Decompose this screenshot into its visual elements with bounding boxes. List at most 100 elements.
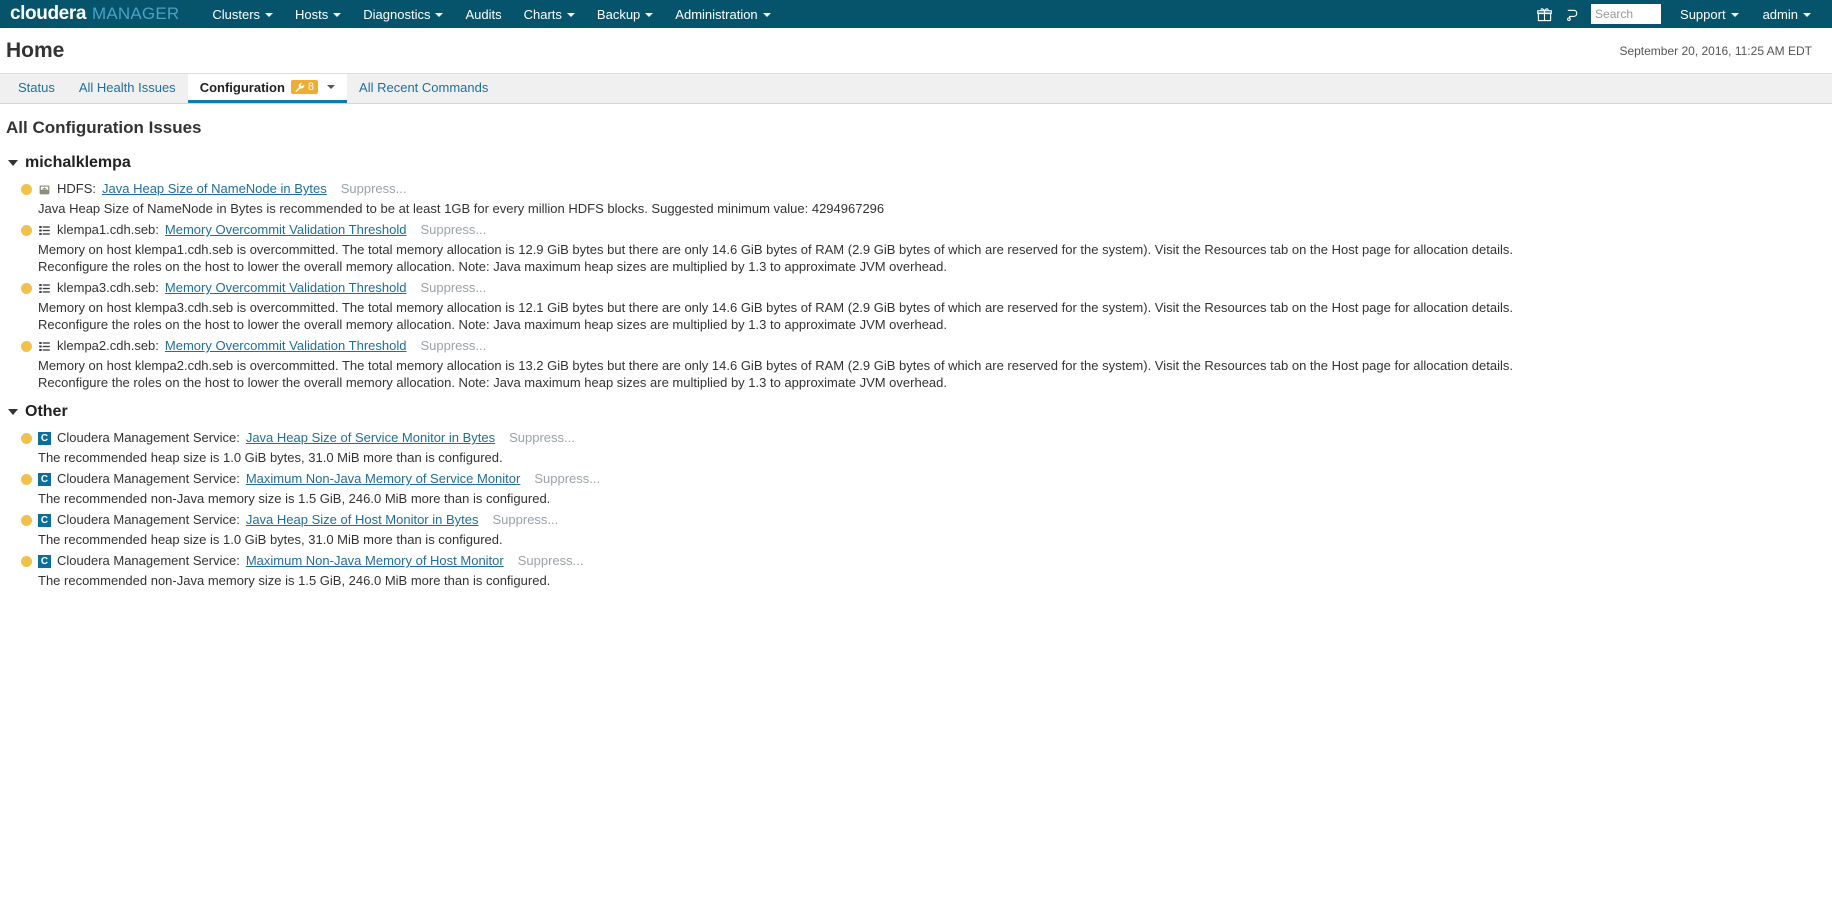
- tab-status[interactable]: Status: [6, 74, 67, 103]
- issue-scope-label: Cloudera Management Service:: [57, 553, 240, 568]
- brand-cloudera-text: cloudera: [10, 3, 86, 24]
- configuration-issue: C Cloudera Management Service: Java Heap S…: [6, 509, 1826, 548]
- tab-bar: Status All Health Issues Configuration 8 All…: [0, 74, 1832, 104]
- configuration-issue: C Cloudera Management Service: Maximum Non…: [6, 468, 1826, 507]
- admin-label: admin: [1762, 6, 1798, 22]
- issue-group-title: michalklempa: [25, 154, 131, 171]
- nav-item-diagnostics[interactable]: Diagnostics: [352, 3, 454, 26]
- issue-config-link[interactable]: Memory Overcommit Validation Threshold: [165, 337, 407, 355]
- nav-item-label: Audits: [465, 6, 502, 22]
- issue-description: Memory on host klempa3.cdh.seb is overco…: [38, 300, 1513, 332]
- suppress-link[interactable]: Suppress...: [493, 511, 559, 529]
- nav-item-label: Backup: [596, 6, 641, 22]
- support-menu[interactable]: Support: [1669, 3, 1750, 26]
- nav-item-label: Hosts: [295, 6, 329, 22]
- chevron-down-icon: [1803, 13, 1811, 17]
- issue-headline: C Cloudera Management Service: Maximum Non…: [6, 550, 1826, 572]
- issue-headline: klempa2.cdh.seb: Memory Overcommit Valida…: [6, 335, 1826, 357]
- nav-item-label: Diagnostics: [363, 6, 431, 22]
- configuration-issue: klempa2.cdh.seb: Memory Overcommit Valida…: [6, 335, 1826, 391]
- page-timestamp: September 20, 2016, 11:25 AM EDT: [1619, 43, 1812, 58]
- issue-headline: C Cloudera Management Service: Java Heap S…: [6, 509, 1826, 531]
- issue-config-link[interactable]: Java Heap Size of NameNode in Bytes: [102, 180, 327, 198]
- nav-item-charts[interactable]: Charts: [513, 3, 586, 26]
- suppress-link[interactable]: Suppress...: [518, 552, 584, 570]
- section-heading: All Configuration Issues: [6, 118, 202, 137]
- issue-group: Other C Cloudera Management Service: Java H…: [6, 403, 1826, 589]
- warning-severity-icon: [21, 514, 32, 526]
- issue-headline: HDFS: Java Heap Size of NameNode in Bytes…: [6, 178, 1826, 200]
- tab-label: All Health Issues: [78, 79, 176, 95]
- nav-item-label: Charts: [523, 6, 562, 22]
- nav-item-administration[interactable]: Administration: [664, 3, 781, 26]
- nav-item-hosts[interactable]: Hosts: [284, 3, 352, 26]
- nav-item-label: Clusters: [212, 6, 261, 22]
- suppress-link[interactable]: Suppress...: [420, 279, 486, 297]
- top-navigation-bar: cloudera MANAGER Clusters Hosts Diagnostic…: [0, 0, 1832, 28]
- notification-icon[interactable]: [1559, 3, 1585, 25]
- issue-group-header[interactable]: Other: [6, 403, 1826, 421]
- warning-severity-icon: [21, 340, 32, 352]
- warning-severity-icon: [21, 432, 32, 444]
- cloudera-manager-logo[interactable]: cloudera MANAGER: [6, 3, 179, 25]
- configuration-issue: C Cloudera Management Service: Maximum Non…: [6, 550, 1826, 589]
- issue-config-link[interactable]: Java Heap Size of Service Monitor in Byt…: [246, 429, 495, 447]
- chevron-down-icon[interactable]: [327, 85, 336, 89]
- issue-scope-label: Cloudera Management Service:: [57, 512, 240, 527]
- issue-headline: C Cloudera Management Service: Java Heap S…: [6, 427, 1826, 449]
- issue-config-link[interactable]: Memory Overcommit Validation Threshold: [165, 279, 407, 297]
- brand-manager-text: MANAGER: [92, 4, 180, 23]
- issue-scope-label: HDFS:: [57, 181, 96, 196]
- tab-label: All Recent Commands: [359, 79, 489, 95]
- issue-config-link[interactable]: Maximum Non-Java Memory of Service Monit…: [246, 470, 521, 488]
- cloudera-management-service-icon: C: [38, 513, 51, 527]
- issue-scope-label: Cloudera Management Service:: [57, 430, 240, 445]
- nav-item-audits[interactable]: Audits: [454, 3, 512, 26]
- tab-all-recent-commands[interactable]: All Recent Commands: [347, 74, 500, 103]
- issue-config-link[interactable]: Maximum Non-Java Memory of Host Monitor: [246, 552, 504, 570]
- suppress-link[interactable]: Suppress...: [420, 337, 486, 355]
- configuration-issue: C Cloudera Management Service: Java Heap S…: [6, 427, 1826, 466]
- chevron-down-icon: [1730, 13, 1739, 17]
- suppress-link[interactable]: Suppress...: [341, 180, 407, 198]
- issue-description: Memory on host klempa2.cdh.seb is overco…: [38, 358, 1513, 390]
- issue-description: The recommended non-Java memory size is …: [38, 573, 551, 588]
- suppress-link[interactable]: Suppress...: [509, 429, 575, 447]
- chevron-down-icon: [435, 13, 444, 17]
- warning-severity-icon: [21, 473, 32, 485]
- issue-description: Java Heap Size of NameNode in Bytes is r…: [38, 201, 885, 216]
- issue-group-header[interactable]: michalklempa: [6, 154, 1826, 172]
- configuration-issue: klempa1.cdh.seb: Memory Overcommit Valida…: [6, 219, 1826, 275]
- configuration-issue-count: 8: [307, 81, 315, 93]
- nav-item-clusters[interactable]: Clusters: [201, 3, 284, 26]
- tab-all-health-issues[interactable]: All Health Issues: [67, 74, 188, 103]
- tab-label: Status: [18, 79, 55, 95]
- chevron-down-icon: [333, 13, 342, 17]
- suppress-link[interactable]: Suppress...: [534, 470, 600, 488]
- configuration-issue: HDFS: Java Heap Size of NameNode in Bytes…: [6, 178, 1826, 217]
- issue-config-link[interactable]: Memory Overcommit Validation Threshold: [165, 221, 407, 239]
- configuration-issue-badge: 8: [290, 80, 319, 94]
- host-icon: [38, 224, 51, 237]
- issue-group: michalklempa HDFS: Java Heap Size of NameN…: [6, 154, 1826, 391]
- cloudera-management-service-icon: C: [38, 554, 51, 568]
- admin-menu[interactable]: admin: [1752, 3, 1822, 26]
- cloudera-management-service-icon: C: [38, 431, 51, 445]
- issue-scope-label: klempa3.cdh.seb:: [57, 280, 159, 295]
- chevron-down-icon: [8, 160, 18, 166]
- nav-item-label: Administration: [675, 6, 758, 22]
- tab-configuration[interactable]: Configuration 8: [187, 74, 348, 103]
- wrench-icon: [295, 82, 305, 92]
- gift-icon[interactable]: [1531, 3, 1557, 25]
- chevron-down-icon: [8, 409, 18, 415]
- issue-headline: C Cloudera Management Service: Maximum Non…: [6, 468, 1826, 490]
- chevron-down-icon: [762, 13, 771, 17]
- issue-description: The recommended heap size is 1.0 GiB byt…: [38, 450, 503, 465]
- nav-item-backup[interactable]: Backup: [586, 3, 664, 26]
- tab-label: Configuration: [199, 79, 285, 95]
- support-label: Support: [1680, 6, 1726, 22]
- suppress-link[interactable]: Suppress...: [420, 221, 486, 239]
- search-input[interactable]: [1591, 4, 1662, 24]
- issue-headline: klempa3.cdh.seb: Memory Overcommit Valida…: [6, 277, 1826, 299]
- issue-config-link[interactable]: Java Heap Size of Host Monitor in Bytes: [246, 511, 479, 529]
